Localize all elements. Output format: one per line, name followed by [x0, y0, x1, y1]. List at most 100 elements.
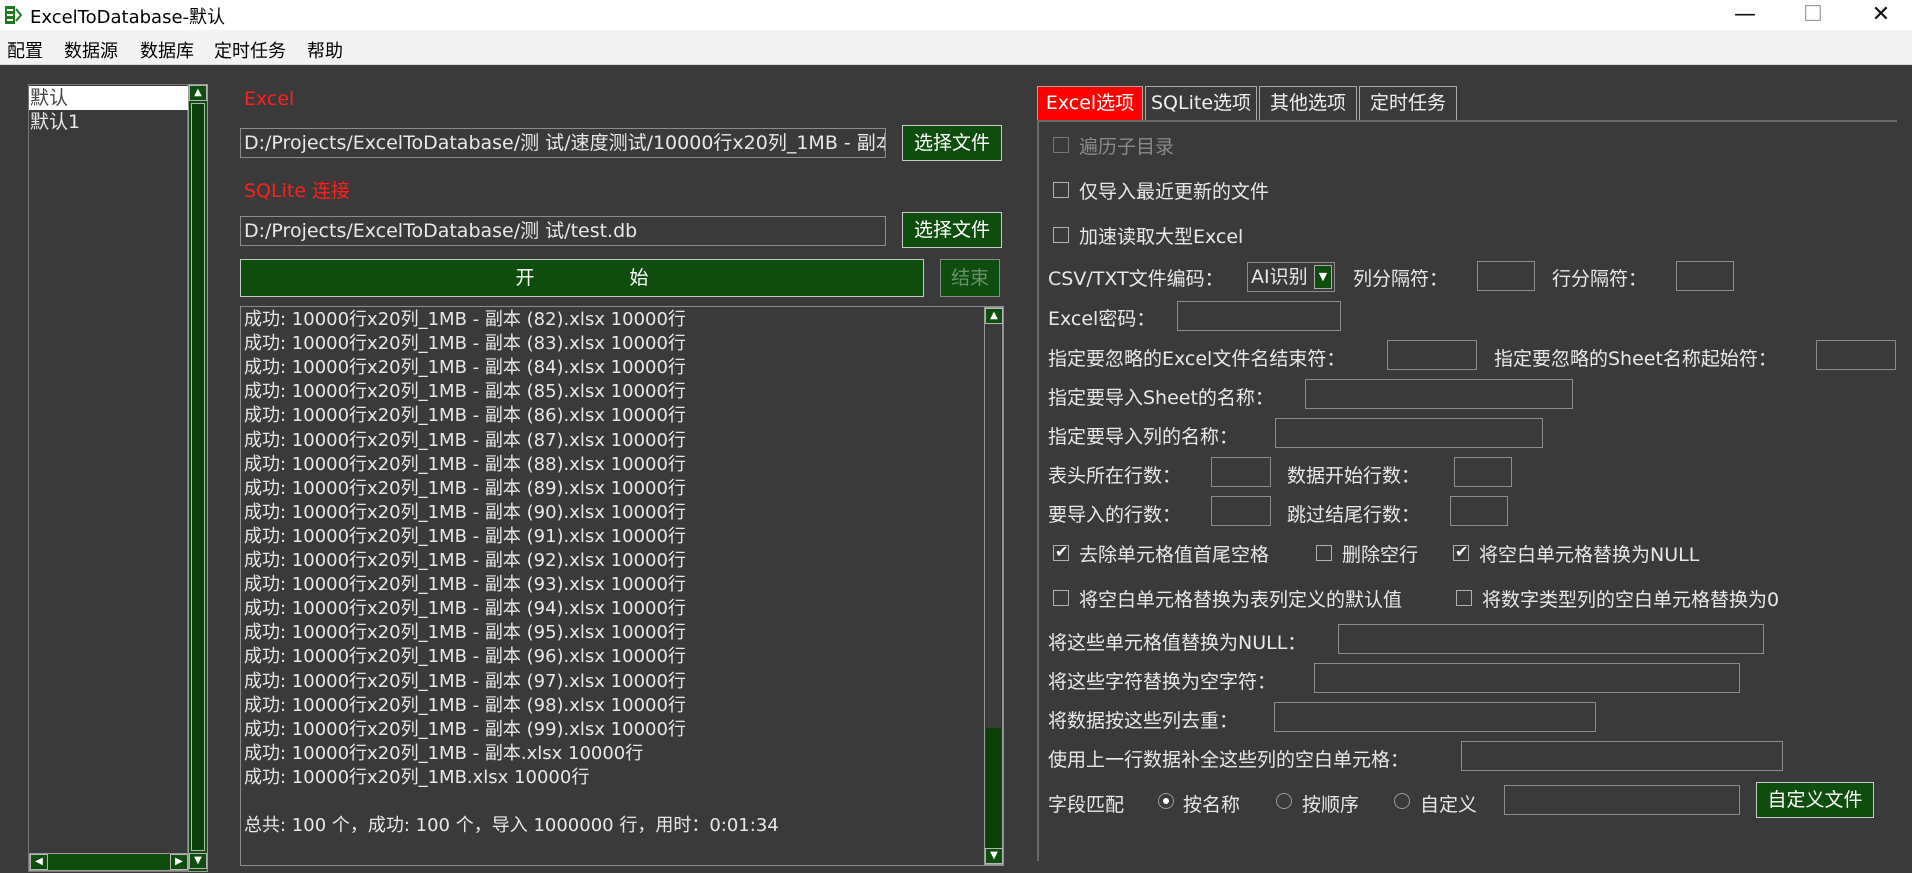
- log-line: 成功: 10000行x20列_1MB - 副本 (87).xlsx 10000行: [244, 429, 686, 451]
- menu-database[interactable]: 数据库: [140, 37, 194, 63]
- custom-match-file-input[interactable]: [1504, 785, 1740, 815]
- scroll-down-icon[interactable]: ▼: [985, 848, 1003, 864]
- log-output[interactable]: 成功: 10000行x20列_1MB - 副本 (82).xlsx 10000行…: [240, 306, 1004, 866]
- blank-to-default-checkbox[interactable]: [1053, 590, 1069, 606]
- skip-tail-label: 跳过结尾行数：: [1287, 504, 1421, 526]
- trim-spaces-checkbox[interactable]: ✔: [1053, 542, 1069, 561]
- field-match-label: 字段匹配: [1048, 794, 1125, 816]
- select-excel-button[interactable]: 选择文件: [902, 125, 1002, 161]
- match-by-order-radio[interactable]: [1276, 793, 1292, 809]
- scroll-down-icon[interactable]: ▼: [189, 853, 207, 869]
- fast-read-checkbox[interactable]: [1053, 227, 1069, 243]
- sheet-names-input[interactable]: [1305, 379, 1573, 409]
- traverse-subdirs-label: 遍历子目录: [1079, 136, 1175, 158]
- column-separator-input[interactable]: [1477, 261, 1535, 291]
- dedupe-columns-input[interactable]: [1274, 702, 1596, 732]
- log-summary: 总共: 100 个，成功: 100 个，导入 1000000 行，用时：0:01…: [244, 815, 779, 836]
- start-button[interactable]: 开 始: [240, 259, 924, 297]
- profile-list[interactable]: 默认 默认1 ◀ ▶: [28, 84, 188, 872]
- menu-datasource[interactable]: 数据源: [64, 37, 118, 63]
- log-line: 成功: 10000行x20列_1MB - 副本 (96).xlsx 10000行: [244, 646, 686, 668]
- fill-blank-input[interactable]: [1461, 741, 1783, 771]
- log-line: 成功: 10000行x20列_1MB - 副本 (92).xlsx 10000行: [244, 550, 686, 571]
- panel-border: [1037, 121, 1039, 861]
- traverse-subdirs-checkbox[interactable]: [1053, 137, 1069, 153]
- only-recent-checkbox[interactable]: [1053, 182, 1069, 198]
- custom-file-button[interactable]: 自定义文件: [1756, 782, 1874, 818]
- ignore-file-suffix-label: 指定要忽略的Excel文件名结束符：: [1048, 348, 1346, 370]
- scroll-thumb[interactable]: [191, 103, 205, 851]
- encoding-value: AI识别: [1251, 266, 1308, 288]
- radio-selected-dot: [1163, 798, 1169, 804]
- stop-button[interactable]: 结束: [940, 259, 1000, 297]
- chars-to-empty-input[interactable]: [1314, 663, 1740, 693]
- window-title: ExcelToDatabase-默认: [30, 7, 226, 28]
- chars-to-empty-label: 将这些字符替换为空字符：: [1048, 671, 1277, 693]
- menu-config[interactable]: 配置: [7, 37, 43, 63]
- column-names-label: 指定要导入列的名称：: [1048, 426, 1239, 448]
- row-separator-label: 行分隔符：: [1552, 268, 1648, 290]
- log-vscrollbar[interactable]: ▲ ▼: [984, 307, 1003, 865]
- blank-to-null-label: 将空白单元格替换为NULL: [1479, 544, 1700, 566]
- dedupe-columns-label: 将数据按这些列去重：: [1048, 710, 1239, 732]
- tab-sqlite-options[interactable]: SQLite选项: [1145, 86, 1257, 121]
- excel-password-input[interactable]: [1177, 301, 1341, 331]
- menu-help[interactable]: 帮助: [307, 37, 343, 63]
- maximize-button[interactable]: ☐: [1778, 0, 1848, 30]
- profile-list-vscrollbar[interactable]: ▲ ▼: [188, 84, 208, 872]
- tab-scheduled-tasks[interactable]: 定时任务: [1359, 86, 1457, 121]
- skip-tail-input[interactable]: [1450, 496, 1508, 526]
- profile-item[interactable]: 默认: [29, 86, 188, 110]
- scroll-thumb[interactable]: [986, 728, 1001, 848]
- menu-scheduled-tasks[interactable]: 定时任务: [214, 37, 286, 63]
- log-line: 成功: 10000行x20列_1MB - 副本 (91).xlsx 10000行: [244, 525, 686, 547]
- scroll-up-icon[interactable]: ▲: [189, 85, 207, 101]
- tab-other-options[interactable]: 其他选项: [1259, 86, 1357, 121]
- blank-to-null-checkbox[interactable]: ✔: [1453, 542, 1469, 561]
- excel-label: Excel: [244, 88, 295, 110]
- excel-password-label: Excel密码：: [1048, 308, 1156, 330]
- trim-spaces-label: 去除单元格值首尾空格: [1079, 544, 1270, 566]
- log-line: 成功: 10000行x20列_1MB - 副本.xlsx 10000行: [244, 742, 644, 764]
- chevron-down-icon[interactable]: ▼: [1314, 265, 1332, 289]
- header-row-label: 表头所在行数：: [1048, 465, 1182, 487]
- match-custom-radio[interactable]: [1394, 793, 1410, 809]
- scroll-up-icon[interactable]: ▲: [985, 308, 1003, 324]
- profile-item[interactable]: 默认1: [29, 110, 188, 134]
- select-sqlite-button[interactable]: 选择文件: [902, 212, 1002, 248]
- log-line: 成功: 10000行x20列_1MB - 副本 (83).xlsx 10000行: [244, 333, 686, 355]
- column-names-input[interactable]: [1275, 418, 1543, 448]
- ignore-sheet-prefix-input[interactable]: [1816, 340, 1896, 370]
- app-icon: [5, 6, 22, 24]
- scroll-track[interactable]: [986, 324, 1001, 728]
- row-separator-input[interactable]: [1676, 261, 1734, 291]
- scroll-left-icon[interactable]: ◀: [30, 854, 48, 870]
- log-line: 成功: 10000行x20列_1MB - 副本 (99).xlsx 10000行: [244, 718, 686, 740]
- scroll-right-icon[interactable]: ▶: [170, 854, 188, 870]
- delete-empty-rows-label: 删除空行: [1342, 544, 1419, 566]
- close-button[interactable]: ✕: [1846, 0, 1912, 30]
- match-by-order-label: 按顺序: [1302, 794, 1360, 816]
- excel-path-field[interactable]: D:/Projects/ExcelToDatabase/测 试/速度测试/100…: [240, 128, 886, 158]
- values-to-null-input[interactable]: [1338, 624, 1764, 654]
- delete-empty-rows-checkbox[interactable]: [1316, 545, 1332, 561]
- fill-blank-label: 使用上一行数据补全这些列的空白单元格：: [1048, 749, 1410, 771]
- tab-excel-options[interactable]: Excel选项: [1037, 86, 1143, 121]
- numeric-blank-to-zero-label: 将数字类型列的空白单元格替换为0: [1482, 589, 1780, 611]
- numeric-blank-to-zero-checkbox[interactable]: [1456, 590, 1472, 606]
- match-by-name-radio[interactable]: [1158, 793, 1174, 809]
- ignore-file-suffix-input[interactable]: [1387, 340, 1477, 370]
- minimize-button[interactable]: —: [1710, 0, 1780, 30]
- header-row-input[interactable]: [1211, 457, 1271, 487]
- profile-list-hscrollbar[interactable]: ◀ ▶: [29, 853, 188, 871]
- match-by-name-label: 按名称: [1183, 794, 1241, 816]
- encoding-select[interactable]: AI识别 ▼: [1247, 262, 1335, 292]
- blank-to-default-label: 将空白单元格替换为表列定义的默认值: [1079, 589, 1403, 611]
- values-to-null-label: 将这些单元格值替换为NULL：: [1048, 632, 1307, 654]
- log-line: 成功: 10000行x20列_1MB - 副本 (89).xlsx 10000行: [244, 477, 686, 499]
- sqlite-path-field[interactable]: D:/Projects/ExcelToDatabase/测 试/test.db: [240, 216, 886, 246]
- log-line: 成功: 10000行x20列_1MB - 副本 (98).xlsx 10000行: [244, 694, 686, 716]
- rows-to-import-input[interactable]: [1211, 496, 1271, 526]
- data-start-input[interactable]: [1454, 457, 1512, 487]
- log-line: 成功: 10000行x20列_1MB - 副本 (84).xlsx 10000行: [244, 357, 686, 379]
